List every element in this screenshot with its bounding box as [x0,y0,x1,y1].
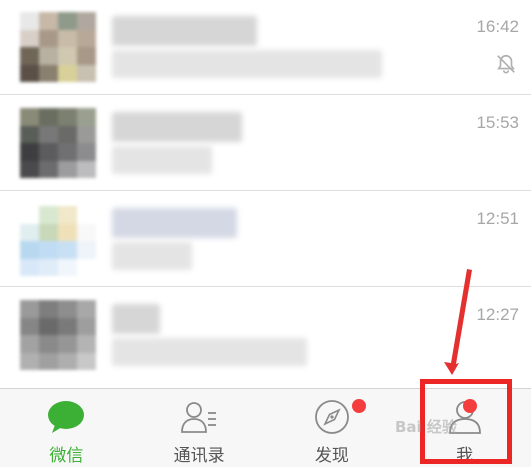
contact-name-blurred [112,208,237,238]
tab-discover[interactable]: 发现 [266,389,399,467]
tab-label: 我 [456,446,474,466]
tab-label: 通讯录 [173,446,225,466]
contact-name-blurred [112,112,242,142]
message-preview-blurred [112,242,192,270]
contact-avatar [20,108,96,178]
mute-bell-icon [497,54,515,74]
tab-label: 微信 [49,446,84,466]
chat-row[interactable]: 15:53 [0,96,531,191]
contact-avatar [20,12,96,82]
wechat-screen: 16:42 15:53 12:51 12:27 微信 通讯录 发现 我 Bai … [0,0,531,467]
tab-wechat[interactable]: 微信 [0,389,133,467]
contacts-icon [181,402,217,433]
row-divider [0,190,531,191]
contact-avatar [20,206,96,276]
chat-time: 12:51 [476,209,519,228]
row-divider [0,286,531,287]
chat-list: 16:42 15:53 12:51 12:27 [0,0,531,388]
tab-contacts[interactable]: 通讯录 [133,389,266,467]
discover-badge-dot [351,399,366,413]
contact-name-blurred [112,304,160,334]
contact-avatar [20,300,96,370]
contact-name-blurred [112,16,257,46]
chat-row[interactable]: 12:27 [0,288,531,388]
chat-row[interactable]: 12:51 [0,192,531,287]
message-preview-blurred [112,50,382,78]
bottom-tab-bar: 微信 通讯录 发现 我 [0,388,531,467]
chat-bubble-icon [48,401,85,433]
message-preview-blurred [112,338,307,366]
compass-icon [314,400,349,434]
tab-me[interactable]: 我 [398,389,531,467]
tab-label: 发现 [314,446,349,466]
row-divider [0,94,531,95]
chat-time: 15:53 [476,113,519,132]
chat-time: 12:27 [476,305,519,324]
message-preview-blurred [112,146,212,174]
chat-time: 16:42 [476,17,519,36]
chat-row[interactable]: 16:42 [0,0,531,95]
